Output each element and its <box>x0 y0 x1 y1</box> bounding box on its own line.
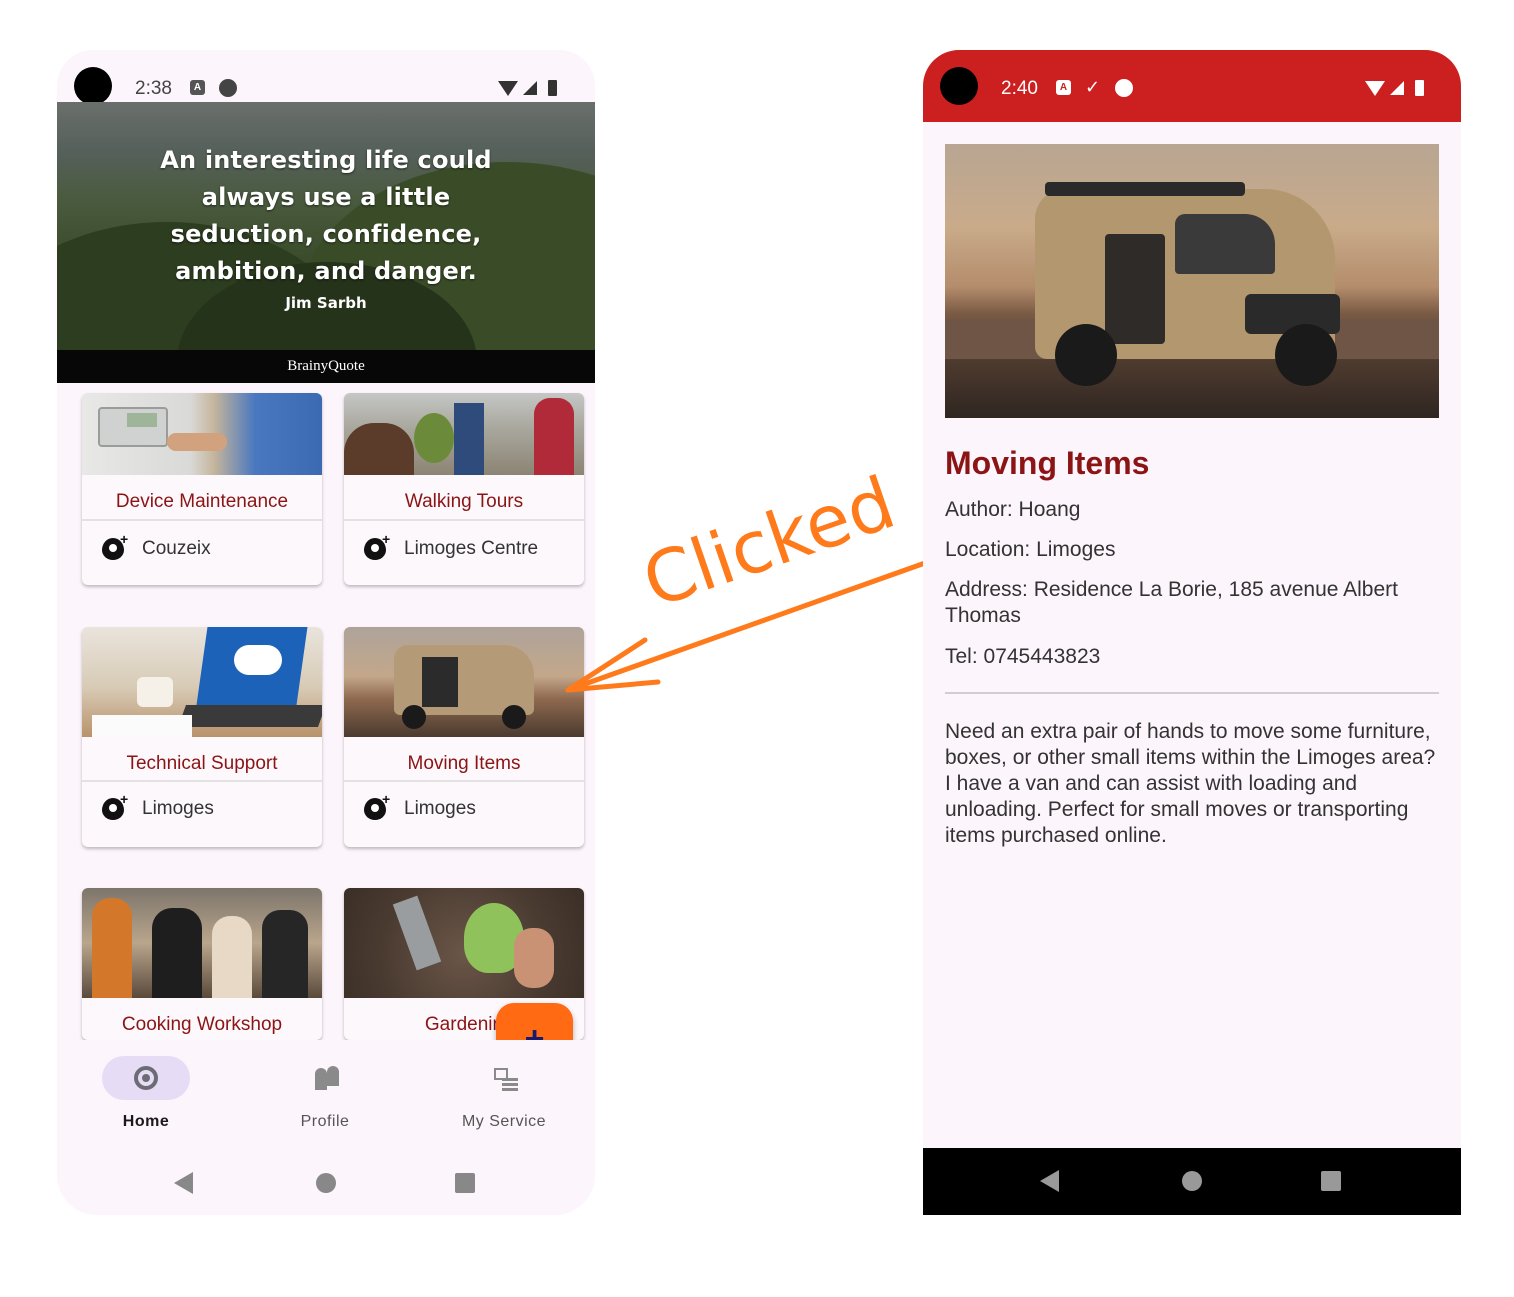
detail-description: Need an extra pair of hands to move some… <box>945 720 1436 847</box>
camera-cutout <box>940 67 978 105</box>
back-icon[interactable] <box>1040 1170 1059 1192</box>
recents-icon[interactable] <box>1321 1171 1341 1191</box>
status-time: 2:40 <box>1001 78 1038 99</box>
detail-author: Author: Hoang <box>945 498 1081 521</box>
keyboard-notification-icon: A <box>1056 80 1071 95</box>
detail-title: Moving Items <box>945 445 1150 481</box>
wifi-icon <box>1365 81 1385 96</box>
cell-signal-icon <box>1390 81 1404 95</box>
detail-location: Location: Limoges <box>945 538 1116 561</box>
battery-icon <box>1415 80 1424 96</box>
detail-address: Address: Residence La Borie, 185 avenue … <box>945 578 1398 627</box>
download-done-icon: ✓ <box>1085 77 1101 97</box>
service-detail-screen: 2:40 A ✓ Moving Items Author: Hoang Loca… <box>923 50 1461 1215</box>
status-bar: 2:40 A ✓ <box>923 50 1461 122</box>
van-image <box>945 144 1439 418</box>
app-notification-icon <box>1115 79 1133 97</box>
system-navigation-bar <box>923 1148 1461 1215</box>
divider <box>945 692 1439 694</box>
home-circle-icon[interactable] <box>1182 1171 1202 1191</box>
detail-tel: Tel: 0745443823 <box>945 645 1101 668</box>
